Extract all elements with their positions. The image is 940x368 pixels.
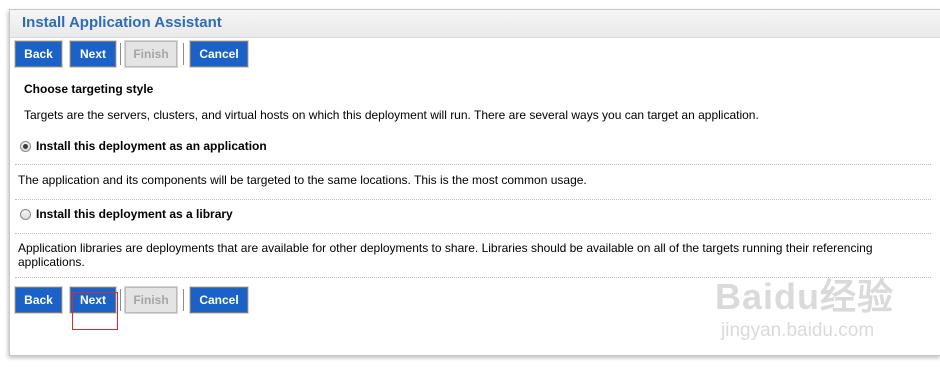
option-library[interactable]: Install this deployment as a library <box>20 206 233 222</box>
next-button[interactable]: Next <box>69 40 117 68</box>
option-application[interactable]: Install this deployment as an applicatio… <box>20 138 267 154</box>
radio-library[interactable] <box>20 208 31 220</box>
button-separator <box>120 43 121 65</box>
option-library-description: Application libraries are deployments th… <box>18 241 873 269</box>
cancel-button[interactable]: Cancel <box>189 40 249 68</box>
back-button[interactable]: Back <box>14 40 63 68</box>
divider <box>15 164 931 165</box>
watermark-logo: Baidu经验 jingyan.baidu.com <box>715 268 905 348</box>
cancel-button-bottom[interactable]: Cancel <box>189 286 249 314</box>
option-library-label: Install this deployment as a library <box>36 207 233 221</box>
finish-button-bottom[interactable]: Finish <box>124 286 178 314</box>
divider <box>15 199 931 200</box>
option-application-label: Install this deployment as an applicatio… <box>36 139 267 153</box>
radio-application[interactable] <box>20 140 31 152</box>
next-button-highlight <box>72 292 118 330</box>
button-separator <box>183 289 184 311</box>
back-button-bottom[interactable]: Back <box>14 286 63 314</box>
panel-title: Install Application Assistant <box>10 10 940 38</box>
option-application-description: The application and its components will … <box>18 173 587 187</box>
watermark-logo-text: Baidu经验 <box>715 276 895 317</box>
finish-button[interactable]: Finish <box>124 40 178 68</box>
button-separator <box>120 289 121 311</box>
divider <box>15 233 931 234</box>
section-heading: Choose targeting style <box>24 82 154 96</box>
section-intro-text: Targets are the servers, clusters, and v… <box>24 108 759 122</box>
watermark-url: jingyan.baidu.com <box>721 320 875 341</box>
button-separator <box>183 43 184 65</box>
